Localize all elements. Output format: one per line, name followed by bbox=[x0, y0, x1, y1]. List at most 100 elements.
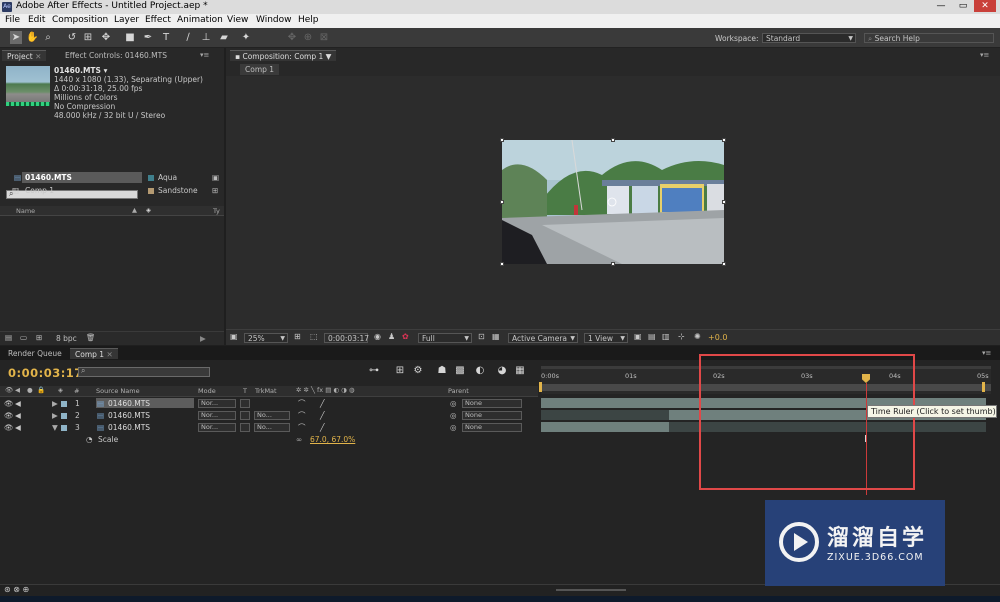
maximize-button[interactable]: ▭ bbox=[952, 0, 974, 12]
layer-label-swatch[interactable] bbox=[61, 425, 67, 431]
view-layout-dropdown[interactable]: 1 View ▼ bbox=[584, 333, 628, 343]
shy-switch-icon[interactable]: ⌒ bbox=[298, 410, 306, 421]
column-source-name[interactable]: Source Name bbox=[96, 387, 140, 395]
comp-mini-flowchart-icon[interactable]: ⊶ bbox=[368, 364, 380, 377]
transform-handle[interactable] bbox=[500, 200, 504, 204]
panel-menu-icon[interactable]: ▾≡ bbox=[980, 51, 989, 59]
flowchart-icon[interactable]: ⊹ bbox=[678, 332, 685, 341]
quality-switch-icon[interactable]: ╱ bbox=[320, 422, 325, 433]
layer-label-swatch[interactable] bbox=[61, 413, 67, 419]
visibility-column-icon[interactable]: 👁 bbox=[5, 386, 13, 394]
panel-menu-icon[interactable]: ▾≡ bbox=[982, 349, 991, 357]
channel-icon[interactable]: ✿ bbox=[402, 332, 409, 341]
timeline-icon[interactable]: ▥ bbox=[662, 332, 670, 341]
interpret-footage-icon[interactable]: ▤ bbox=[5, 333, 12, 342]
quality-switch-icon[interactable]: ╱ bbox=[320, 398, 325, 409]
text-tool-icon[interactable]: T bbox=[160, 31, 172, 44]
exposure-value[interactable]: +0.0 bbox=[708, 333, 727, 342]
chevron-down-icon[interactable]: ▼ bbox=[326, 52, 332, 61]
tab-comp-1[interactable]: Comp 1 ✕ bbox=[70, 348, 118, 359]
mask-visibility-icon[interactable]: ⬚ bbox=[310, 332, 318, 341]
menu-window[interactable]: Window bbox=[256, 15, 292, 25]
sort-arrow-icon[interactable]: ▲ bbox=[132, 206, 137, 214]
column-type[interactable]: Ty bbox=[213, 207, 220, 215]
column-parent[interactable]: Parent bbox=[448, 387, 469, 395]
camera-tool-icon[interactable]: ⊞ bbox=[82, 31, 94, 44]
transform-handle[interactable] bbox=[500, 138, 504, 142]
column-name[interactable]: Name bbox=[16, 207, 35, 215]
workspace-dropdown[interactable]: Standard ▼ bbox=[762, 33, 856, 43]
work-area-end-handle[interactable] bbox=[982, 382, 985, 392]
mode-dropdown[interactable]: Nor... bbox=[198, 411, 236, 420]
column-t[interactable]: T bbox=[243, 387, 247, 395]
expand-arrow-icon[interactable]: ▶ bbox=[52, 410, 58, 421]
preserve-transparency-box[interactable] bbox=[240, 423, 250, 432]
constrain-proportions-icon[interactable]: ∞ bbox=[296, 434, 302, 445]
tab-render-queue[interactable]: Render Queue bbox=[3, 348, 67, 359]
pickwhip-icon[interactable]: ◎ bbox=[450, 398, 457, 409]
column-number[interactable]: # bbox=[74, 387, 79, 395]
axis-world-icon[interactable]: ⊕ bbox=[302, 31, 314, 44]
visibility-eye-icon[interactable]: 👁 bbox=[4, 410, 14, 421]
asset-dropdown-icon[interactable]: ▾ bbox=[104, 66, 108, 75]
menu-edit[interactable]: Edit bbox=[28, 15, 45, 25]
snapshot-icon[interactable]: ◉ bbox=[374, 332, 381, 341]
layer-label-swatch[interactable] bbox=[61, 401, 67, 407]
visibility-eye-icon[interactable]: 👁 bbox=[4, 422, 14, 433]
transparency-grid-icon[interactable]: ▦ bbox=[492, 332, 500, 341]
resolution-dropdown[interactable]: Full ▼ bbox=[418, 333, 472, 343]
audio-column-icon[interactable]: ◀ bbox=[15, 386, 20, 394]
mode-dropdown[interactable]: Nor... bbox=[198, 423, 236, 432]
toggle-switches-icon[interactable]: ⊛ ⊗ ⊕ bbox=[4, 585, 29, 594]
graph-editor-icon[interactable]: ◕ bbox=[496, 364, 508, 377]
tab-composition[interactable]: ▪ Composition: Comp 1 ▼ bbox=[230, 50, 337, 61]
live-update-icon[interactable]: ⊞ bbox=[394, 364, 406, 377]
parent-dropdown[interactable]: None bbox=[462, 423, 522, 432]
fast-previews-icon[interactable]: ▤ bbox=[648, 332, 656, 341]
search-help-input[interactable]: ⌕ Search Help bbox=[864, 33, 994, 43]
minimize-button[interactable]: — bbox=[930, 0, 952, 12]
current-time-field[interactable]: 0:00:03:17 bbox=[324, 333, 369, 343]
camera-dropdown[interactable]: Active Camera ▼ bbox=[508, 333, 578, 343]
preserve-transparency-box[interactable] bbox=[240, 411, 250, 420]
parent-dropdown[interactable]: None bbox=[462, 399, 522, 408]
close-icon[interactable]: ✕ bbox=[106, 350, 112, 359]
hand-tool-icon[interactable]: ✋ bbox=[26, 31, 38, 44]
transform-handle[interactable] bbox=[722, 262, 726, 266]
pickwhip-icon[interactable]: ◎ bbox=[450, 410, 457, 421]
transform-handle[interactable] bbox=[500, 262, 504, 266]
brush-tool-icon[interactable]: ∕ bbox=[182, 31, 194, 44]
trkmat-dropdown[interactable]: No... bbox=[254, 411, 290, 420]
layer-bar-active[interactable] bbox=[541, 422, 669, 432]
axis-view-icon[interactable]: ⊠ bbox=[318, 31, 330, 44]
always-preview-icon[interactable]: ▣ bbox=[230, 332, 238, 341]
parent-dropdown[interactable]: None bbox=[462, 411, 522, 420]
layer-name[interactable]: ▤ 01460.MTS bbox=[96, 422, 194, 432]
new-folder-icon[interactable]: ▭ bbox=[20, 333, 27, 342]
hide-shy-layers-icon[interactable]: ☗ bbox=[436, 364, 448, 377]
label-tag-icon[interactable]: ◈ bbox=[146, 206, 151, 214]
layer-row[interactable]: 👁 ◀ ▶ 1 ▤ 01460.MTS Nor... ⌒ ╱ ◎ None bbox=[0, 398, 538, 409]
motion-blur-icon[interactable]: ◐ bbox=[474, 364, 486, 377]
tab-project[interactable]: Project ✕ bbox=[2, 50, 47, 61]
menu-effect[interactable]: Effect bbox=[145, 15, 171, 25]
selection-tool-icon[interactable]: ➤ bbox=[10, 31, 22, 44]
label-color-swatch[interactable] bbox=[148, 188, 154, 194]
transform-handle[interactable] bbox=[611, 138, 615, 142]
clone-stamp-tool-icon[interactable]: ⊥ bbox=[200, 31, 212, 44]
title-safe-icon[interactable]: ⊞ bbox=[294, 332, 301, 341]
menu-file[interactable]: File bbox=[5, 15, 20, 25]
current-time-display[interactable]: 0:00:03:17 bbox=[8, 366, 83, 380]
expand-arrow-icon[interactable]: ▶ bbox=[52, 398, 58, 409]
region-of-interest-icon[interactable]: ⊡ bbox=[478, 332, 485, 341]
label-tag-icon[interactable]: ◈ bbox=[58, 386, 63, 394]
collapse-arrow-icon[interactable]: ▼ bbox=[52, 422, 58, 433]
pan-behind-tool-icon[interactable]: ✥ bbox=[100, 31, 112, 44]
mode-dropdown[interactable]: Nor... bbox=[198, 399, 236, 408]
quality-switch-icon[interactable]: ╱ bbox=[320, 410, 325, 421]
close-icon[interactable]: ✕ bbox=[35, 52, 41, 61]
solo-column-icon[interactable]: ● bbox=[27, 386, 33, 394]
pen-tool-icon[interactable]: ✒ bbox=[142, 31, 154, 44]
toggle-pixel-aspect-icon[interactable]: ▣ bbox=[634, 332, 642, 341]
column-mode[interactable]: Mode bbox=[198, 387, 216, 395]
